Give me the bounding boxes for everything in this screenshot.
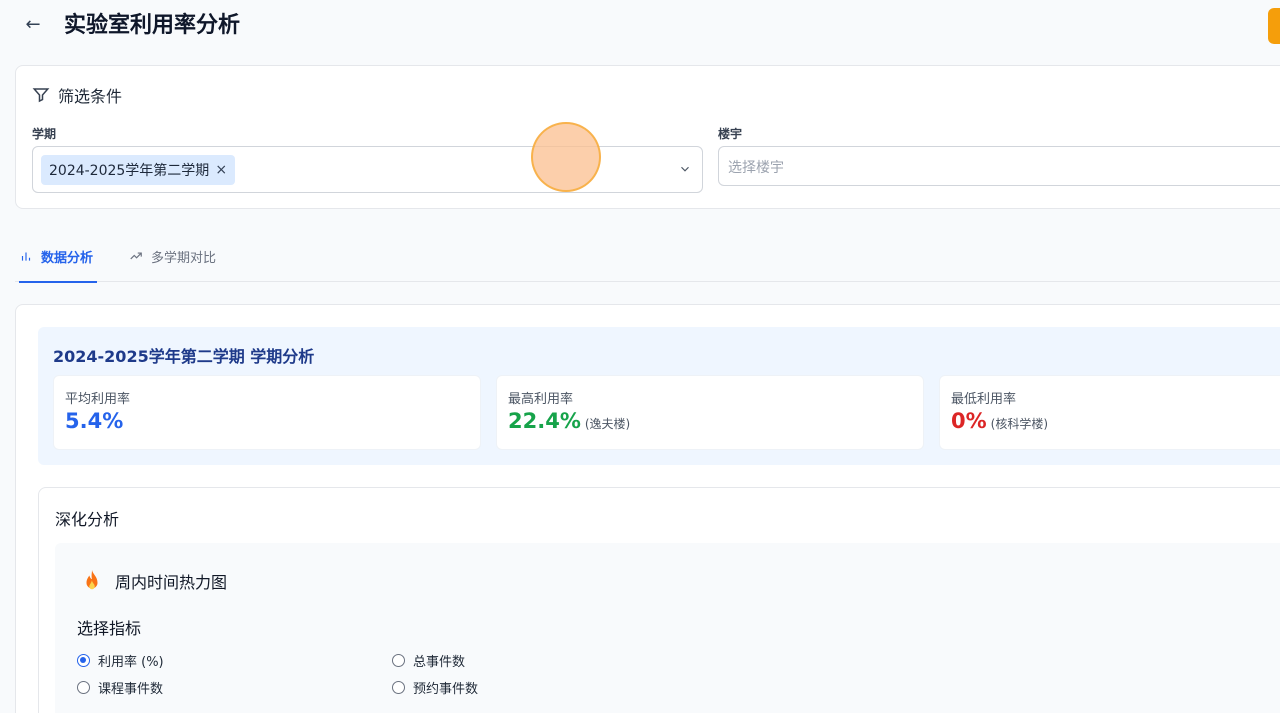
stat-value: 0% (核科学楼): [951, 409, 1048, 433]
radio-total-events[interactable]: 总事件数: [392, 651, 465, 670]
heatmap-header: 周内时间热力图: [81, 569, 227, 593]
stat-value-text: 5.4%: [65, 409, 124, 433]
tab-multi-semester[interactable]: 多学期对比: [129, 230, 216, 282]
stat-value-text: 22.4%: [508, 409, 581, 433]
tab-bar: 数据分析 多学期对比: [15, 230, 1280, 283]
trend-icon: [130, 252, 142, 260]
semester-select[interactable]: 2024-2025学年第二学期 ×: [32, 146, 703, 193]
semester-analysis-panel: 2024-2025学年第二学期 学期分析 平均利用率 5.4% 最高利用率 22…: [38, 327, 1280, 465]
radio-button[interactable]: [77, 654, 90, 667]
stat-value-text: 0%: [951, 409, 987, 433]
building-select[interactable]: 选择楼宇: [718, 146, 1280, 186]
page-title: 实验室利用率分析: [64, 13, 241, 38]
radio-reservation-events[interactable]: 预约事件数: [392, 678, 478, 697]
stat-lowest: 最低利用率 0% (核科学楼): [939, 375, 1280, 450]
semester-label: 学期: [32, 127, 57, 141]
radio-label: 总事件数: [413, 655, 466, 670]
page-header: ← 实验室利用率分析: [0, 0, 1280, 54]
building-placeholder: 选择楼宇: [728, 160, 784, 176]
radio-label: 预约事件数: [413, 682, 479, 697]
building-label: 楼宇: [718, 127, 743, 141]
chevron-down-icon[interactable]: [678, 162, 692, 176]
flame-icon: [86, 570, 98, 590]
deep-analysis-card: 深化分析 周内时间热力图 选择指标 利用率 (%) 总事件数 课程事件数 预约事…: [38, 487, 1280, 713]
deep-analysis-title: 深化分析: [55, 510, 120, 529]
heatmap-panel: 周内时间热力图 选择指标 利用率 (%) 总事件数 课程事件数 预约事件数: [55, 543, 1280, 713]
semester-tag: 2024-2025学年第二学期 ×: [41, 155, 236, 185]
stat-label: 平均利用率: [65, 392, 131, 407]
filter-icon: [32, 88, 50, 103]
radio-button[interactable]: [392, 681, 405, 694]
radio-button[interactable]: [392, 654, 405, 667]
heatmap-title: 周内时间热力图: [115, 573, 228, 592]
stat-highest: 最高利用率 22.4% (逸夫楼): [496, 375, 924, 450]
tab-label: 多学期对比: [151, 250, 217, 266]
filter-card: 筛选条件 学期 2024-2025学年第二学期 × 楼宇 选择楼宇: [15, 65, 1280, 209]
tag-remove-icon[interactable]: ×: [215, 162, 227, 178]
radio-course-events[interactable]: 课程事件数: [77, 678, 163, 697]
analysis-card: 2024-2025学年第二学期 学期分析 平均利用率 5.4% 最高利用率 22…: [15, 304, 1280, 713]
tab-data-analysis[interactable]: 数据分析: [19, 230, 98, 283]
radio-label: 利用率 (%): [98, 655, 164, 670]
semester-analysis-title: 2024-2025学年第二学期 学期分析: [53, 347, 315, 366]
header-action-button[interactable]: [1268, 8, 1280, 44]
radio-utilization[interactable]: 利用率 (%): [77, 651, 164, 670]
click-indicator: [531, 122, 601, 192]
tab-label: 数据分析: [41, 250, 94, 266]
stat-value: 5.4%: [65, 409, 123, 433]
stat-average: 平均利用率 5.4%: [53, 375, 481, 450]
filter-header: 筛选条件: [32, 83, 122, 107]
stat-value: 22.4% (逸夫楼): [508, 409, 630, 433]
stat-label: 最高利用率: [508, 392, 574, 407]
radio-label: 课程事件数: [98, 682, 164, 697]
back-arrow-icon[interactable]: ←: [22, 14, 44, 36]
stat-note: (逸夫楼): [584, 417, 631, 431]
metric-select-label: 选择指标: [77, 619, 142, 638]
stat-note: (核科学楼): [990, 417, 1049, 431]
bar-chart-icon: [21, 252, 31, 261]
semester-tag-label: 2024-2025学年第二学期: [49, 163, 210, 179]
filter-title: 筛选条件: [58, 87, 123, 106]
stat-label: 最低利用率: [951, 392, 1017, 407]
radio-button[interactable]: [77, 681, 90, 694]
